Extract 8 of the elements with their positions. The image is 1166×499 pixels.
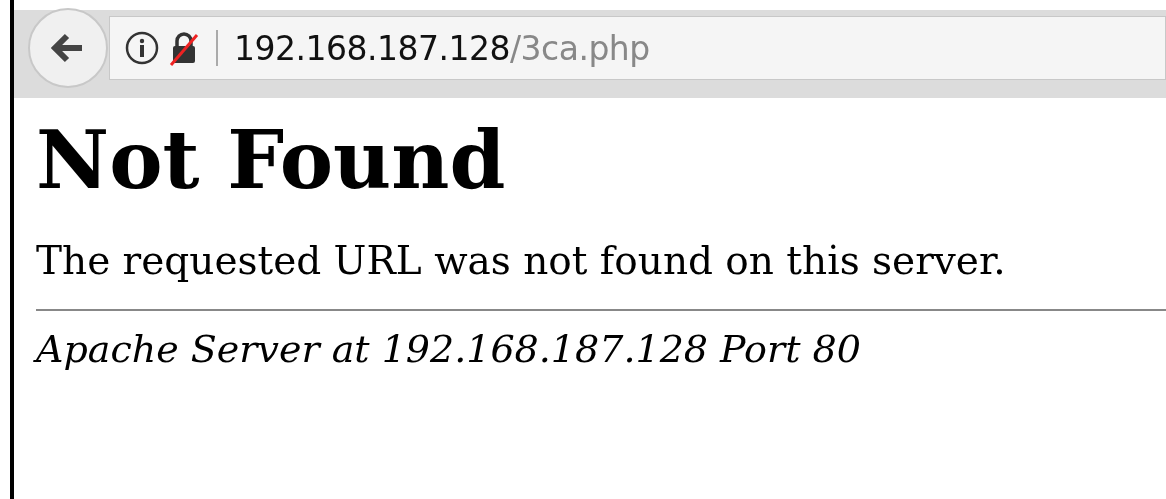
page-heading: Not Found <box>36 112 507 208</box>
info-icon[interactable] <box>124 30 160 66</box>
url-text: 192.168.187.128/3ca.php <box>234 31 650 65</box>
crossed-lock-icon[interactable] <box>168 30 200 66</box>
error-message: The requested URL was not found on this server. <box>36 237 1007 285</box>
back-arrow-icon <box>51 33 85 63</box>
url-bar[interactable]: 192.168.187.128/3ca.php <box>109 16 1166 80</box>
server-signature: Apache Server at 192.168.187.128 Port 80 <box>14 320 1166 378</box>
